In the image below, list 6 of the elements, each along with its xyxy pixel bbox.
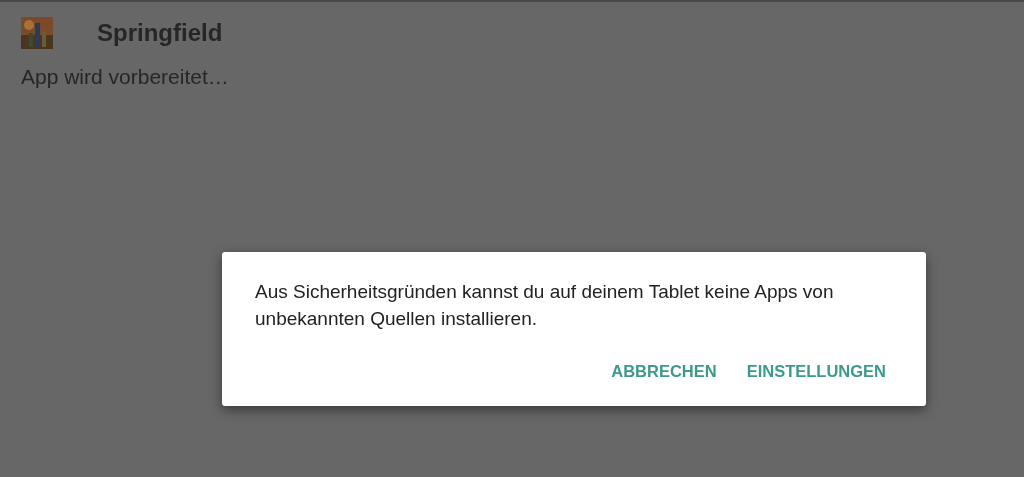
settings-button[interactable]: EINSTELLUNGEN	[736, 356, 896, 387]
cancel-button[interactable]: ABBRECHEN	[601, 356, 727, 387]
app-icon[interactable]	[21, 17, 53, 49]
app-title: Springfield	[97, 19, 223, 47]
status-text: App wird vorbereitet…	[21, 65, 230, 89]
dialog-message: Aus Sicherheitsgründen kannst du auf deinem Tablet keine Apps von unbekannten Quellen installieren.	[255, 280, 835, 331]
